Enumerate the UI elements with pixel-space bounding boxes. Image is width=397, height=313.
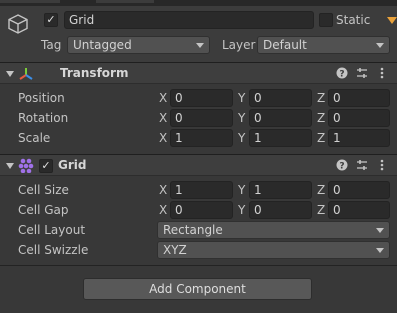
tag-dropdown[interactable]: Untagged — [67, 36, 210, 54]
rotation-z-field[interactable]: 0 — [328, 109, 390, 127]
gameobject-cube-icon — [8, 14, 28, 34]
cell-size-x-field[interactable]: 1 — [170, 181, 233, 199]
cell-swizzle-dropdown[interactable]: XYZ — [157, 241, 390, 259]
help-icon[interactable]: ? — [336, 67, 348, 79]
layer-dropdown[interactable]: Default — [257, 36, 390, 54]
presets-icon[interactable] — [356, 67, 368, 79]
axis-y-label: Y — [238, 131, 246, 145]
component-separator — [0, 265, 397, 266]
svg-text:?: ? — [339, 70, 344, 80]
transform-foldout-arrow[interactable] — [6, 71, 14, 77]
context-menu-icon[interactable] — [376, 67, 388, 79]
cell-gap-label: Cell Gap — [18, 203, 69, 217]
tag-value: Untagged — [73, 38, 132, 52]
axis-z-label: Z — [317, 183, 326, 197]
cell-layout-value: Rectangle — [163, 223, 223, 237]
cell-size-z-field[interactable]: 0 — [328, 181, 390, 199]
axis-x-label: X — [159, 91, 168, 105]
cell-swizzle-label: Cell Swizzle — [18, 243, 89, 257]
position-x-field[interactable]: 0 — [170, 89, 233, 107]
tab-shadow — [96, 0, 154, 3]
cell-layout-dropdown[interactable]: Rectangle — [157, 221, 390, 239]
scale-label: Scale — [18, 131, 51, 145]
scale-y-field[interactable]: 1 — [249, 129, 312, 147]
cell-size-y-field[interactable]: 1 — [249, 181, 312, 199]
object-name-input[interactable]: Grid — [64, 11, 314, 29]
add-component-button[interactable]: Add Component — [83, 278, 312, 300]
axis-x-label: X — [159, 111, 168, 125]
transform-axes-icon — [19, 68, 33, 80]
position-z-field[interactable]: 0 — [328, 89, 390, 107]
chevron-down-icon — [376, 43, 384, 48]
scale-z-field[interactable]: 1 — [328, 129, 390, 147]
layer-value: Default — [263, 38, 307, 52]
chevron-down-icon — [196, 43, 204, 48]
position-y-field[interactable]: 0 — [249, 89, 312, 107]
active-checkbox[interactable]: ✓ — [44, 13, 58, 27]
static-label: Static — [336, 13, 371, 27]
rotation-x-field[interactable]: 0 — [170, 109, 233, 127]
cell-size-label: Cell Size — [18, 183, 69, 197]
axis-x-label: X — [159, 203, 168, 217]
chevron-down-icon — [376, 248, 384, 253]
axis-z-label: Z — [317, 203, 326, 217]
context-menu-icon[interactable] — [376, 159, 388, 171]
transform-title: Transform — [60, 66, 129, 80]
axis-x-label: X — [159, 183, 168, 197]
rotation-y-field[interactable]: 0 — [249, 109, 312, 127]
static-checkbox[interactable] — [319, 13, 333, 27]
grid-title: Grid — [58, 158, 87, 172]
cell-layout-label: Cell Layout — [18, 223, 86, 237]
layer-label: Layer — [222, 38, 256, 52]
axis-y-label: Y — [238, 91, 246, 105]
static-dropdown-arrow[interactable] — [387, 17, 397, 24]
axis-z-label: Z — [317, 91, 326, 105]
axis-y-label: Y — [238, 183, 246, 197]
cell-gap-y-field[interactable]: 0 — [249, 201, 312, 219]
presets-icon[interactable] — [356, 159, 368, 171]
svg-text:?: ? — [339, 162, 344, 172]
tab-shadow — [0, 0, 60, 3]
grid-foldout-arrow[interactable] — [6, 163, 14, 169]
rotation-label: Rotation — [18, 111, 69, 125]
axis-z-label: Z — [317, 111, 326, 125]
cell-gap-z-field[interactable]: 0 — [328, 201, 390, 219]
position-label: Position — [18, 91, 65, 105]
axis-x-label: X — [159, 131, 168, 145]
grid-component-icon — [18, 158, 34, 173]
axis-y-label: Y — [238, 203, 246, 217]
chevron-down-icon — [376, 228, 384, 233]
axis-y-label: Y — [238, 111, 246, 125]
cell-swizzle-value: XYZ — [163, 243, 187, 257]
scale-x-field[interactable]: 1 — [170, 129, 233, 147]
cell-gap-x-field[interactable]: 0 — [170, 201, 233, 219]
tag-label: Tag — [41, 38, 62, 52]
axis-z-label: Z — [317, 131, 326, 145]
grid-enabled-checkbox[interactable]: ✓ — [39, 159, 53, 173]
help-icon[interactable]: ? — [336, 159, 348, 171]
